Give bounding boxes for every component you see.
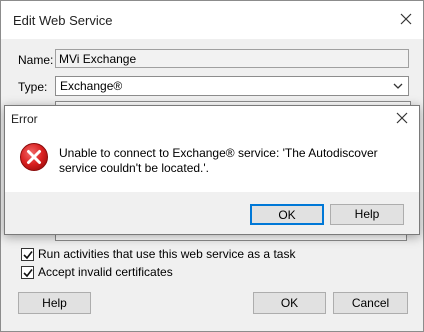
run-as-task-label: Run activities that use this web service… — [38, 247, 296, 261]
type-value: Exchange® — [60, 79, 123, 93]
error-ok-button[interactable]: OK — [250, 204, 324, 225]
close-icon[interactable] — [394, 111, 410, 127]
chevron-down-icon — [392, 78, 404, 94]
ok-button[interactable]: OK — [253, 292, 326, 314]
error-dialog: Error Unable to connect to Exchange® ser… — [4, 105, 420, 235]
checkmark-icon — [23, 251, 33, 260]
name-field[interactable]: MVi Exchange — [55, 49, 409, 68]
name-label: Name: — [18, 53, 54, 67]
name-value: MVi Exchange — [59, 52, 137, 66]
error-title-bar — [5, 106, 419, 132]
dialog-title: Edit Web Service — [13, 13, 113, 28]
error-dialog-title: Error — [11, 112, 38, 126]
type-label: Type: — [18, 80, 48, 94]
error-help-button[interactable]: Help — [330, 204, 404, 225]
accept-invalid-certificates-checkbox[interactable] — [21, 266, 34, 279]
hidden-field-bottom — [55, 234, 407, 241]
error-message: Unable to connect to Exchange® service: … — [59, 146, 378, 175]
help-button[interactable]: Help — [18, 292, 91, 314]
type-dropdown[interactable]: Exchange® — [55, 76, 409, 96]
run-as-task-checkbox[interactable] — [21, 248, 34, 261]
cancel-button[interactable]: Cancel — [333, 292, 408, 314]
checkmark-icon — [23, 269, 33, 278]
accept-invalid-certificates-label: Accept invalid certificates — [38, 265, 173, 279]
error-icon — [19, 142, 49, 172]
close-icon[interactable] — [398, 12, 414, 28]
